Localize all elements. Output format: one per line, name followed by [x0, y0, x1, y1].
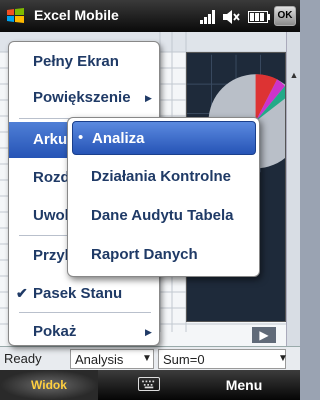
- left-softkey-label: Widok: [31, 378, 67, 392]
- windows-logo-icon[interactable]: [6, 6, 26, 26]
- menu-item-full-screen[interactable]: Pełny Ekran: [9, 44, 161, 80]
- checkmark-icon: ✔: [16, 285, 28, 301]
- speaker-muted-icon[interactable]: [221, 8, 241, 26]
- title-bar: Excel Mobile OK: [0, 0, 300, 32]
- app-title: Excel Mobile: [34, 7, 119, 23]
- menu-item-label: Pasek Stanu: [33, 285, 123, 302]
- menu-separator: [19, 312, 151, 313]
- menu-item-zoom[interactable]: Powiększenie ▶: [9, 80, 161, 116]
- ok-button[interactable]: OK: [274, 6, 296, 26]
- signal-strength-icon[interactable]: [199, 9, 217, 25]
- menu-softkey[interactable]: Menu: [214, 377, 274, 393]
- menu-item-show[interactable]: Pokaż ▶: [9, 314, 161, 350]
- keyboard-icon[interactable]: [138, 377, 160, 391]
- scroll-right-arrow-icon[interactable]: ▶: [252, 327, 276, 343]
- submenu-item-label: Działania Kontrolne: [91, 168, 232, 185]
- menu-item-status-bar[interactable]: ✔ Pasek Stanu: [9, 276, 161, 312]
- softkey-bar: Widok Menu: [0, 370, 300, 400]
- vertical-scrollbar[interactable]: ▲: [286, 32, 300, 346]
- left-softkey[interactable]: Widok: [0, 370, 98, 400]
- submenu-item-audit-table[interactable]: Dane Audytu Tabela: [72, 199, 256, 233]
- submenu-item-data-report[interactable]: Raport Danych: [72, 238, 256, 272]
- sheet-submenu: • Analiza Działania Kontrolne Dane Audyt…: [67, 117, 260, 277]
- submenu-arrow-icon: ▶: [145, 327, 152, 337]
- menu-item-label: Pełny Ekran: [33, 53, 119, 70]
- submenu-item-label: Dane Audytu Tabela: [91, 207, 234, 224]
- submenu-arrow-icon: ▶: [145, 93, 152, 103]
- submenu-item-label: Analiza: [92, 130, 145, 147]
- submenu-item-analysis[interactable]: • Analiza: [72, 121, 256, 155]
- sheet-selector-arrow-icon[interactable]: ▼: [142, 353, 152, 364]
- battery-icon[interactable]: [248, 11, 270, 23]
- submenu-item-control-actions[interactable]: Działania Kontrolne: [72, 160, 256, 194]
- sum-selector[interactable]: Sum=0: [158, 349, 286, 369]
- menu-item-label: Pokaż: [33, 323, 77, 340]
- selected-bullet-icon: •: [78, 129, 84, 146]
- submenu-item-label: Raport Danych: [91, 246, 198, 263]
- menu-item-label: Powiększenie: [33, 89, 131, 106]
- status-ready-label: Ready: [4, 351, 42, 366]
- scroll-up-arrow-icon[interactable]: ▲: [288, 70, 300, 84]
- sum-selector-arrow-icon[interactable]: ▼: [278, 353, 288, 364]
